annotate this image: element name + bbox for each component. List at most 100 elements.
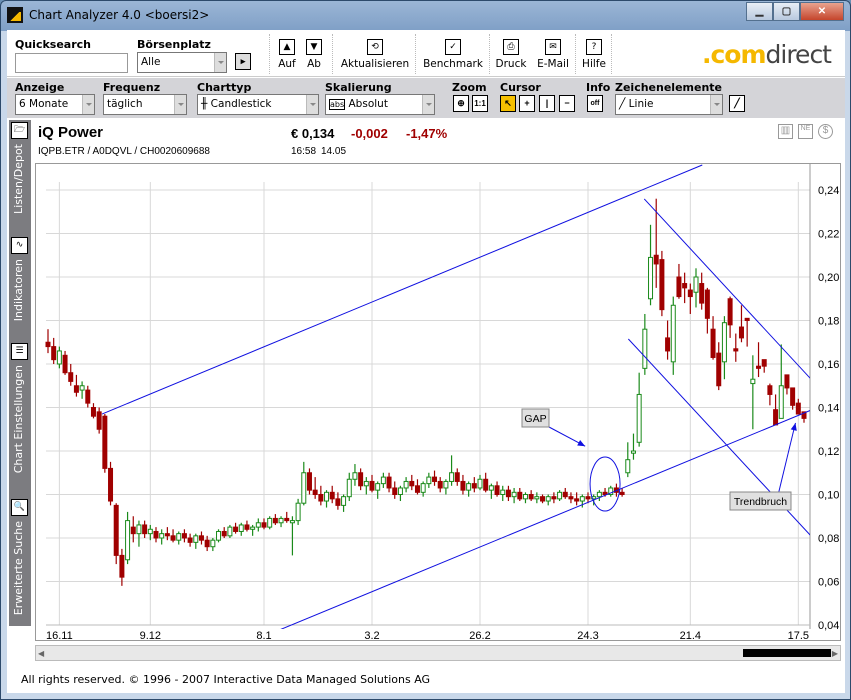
- candle: [517, 487, 523, 502]
- candle: [386, 472, 392, 493]
- charttyp-select[interactable]: ╫ Candlestick: [197, 94, 319, 115]
- chart-area[interactable]: 0,24 0,22 0,20 0,18 0,16 0,14 0,12 0,10 0,08 0,06…: [35, 163, 842, 642]
- ab-button[interactable]: ▼ Ab: [302, 39, 326, 70]
- candle: [193, 533, 199, 549]
- candle-body: [665, 337, 671, 352]
- bar-chart-icon[interactable]: ▥: [778, 124, 793, 139]
- candle-body: [517, 491, 523, 500]
- scroll-left-icon[interactable]: ◀: [38, 649, 44, 658]
- candle-body: [397, 487, 403, 496]
- candle-body: [750, 378, 756, 385]
- candle-body: [255, 522, 261, 528]
- boersenplatz-value: Alle: [141, 56, 161, 68]
- charttyp-value: Candlestick: [210, 98, 272, 110]
- go-button[interactable]: ▸: [235, 53, 251, 70]
- close-button[interactable]: ✕: [800, 2, 844, 21]
- price-change: -0,002: [351, 126, 388, 141]
- candle-body: [90, 407, 96, 417]
- candlestick-chart[interactable]: 0,24 0,22 0,20 0,18 0,16 0,14 0,12 0,10 0,08 0,06…: [36, 164, 842, 642]
- candle-body: [778, 385, 784, 419]
- candle-body: [108, 467, 114, 502]
- candle-body: [414, 485, 420, 493]
- settings-toolbar: Anzeige 6 Monate Frequenz täglich Chartt…: [7, 78, 845, 118]
- app-window: Chart Analyzer 4.0 <boersi2> ▁ ▢ ✕ Quick…: [0, 0, 851, 700]
- copyright-footer: All rights reserved. © 1996 - 2007 Inter…: [21, 673, 431, 686]
- maximize-button[interactable]: ▢: [773, 2, 800, 21]
- currency-icon[interactable]: $: [818, 124, 833, 139]
- candle: [113, 503, 119, 565]
- y-tick-label: 0,20: [818, 272, 839, 284]
- boersenplatz-select[interactable]: Alle: [137, 52, 227, 73]
- candle: [426, 472, 432, 488]
- skalierung-select[interactable]: abs Absolut: [325, 94, 435, 115]
- candle: [56, 346, 62, 369]
- candle-body: [682, 283, 688, 289]
- candle-body: [500, 489, 506, 495]
- email-button[interactable]: ✉ E-Mail: [533, 39, 573, 70]
- sidebar-item-indikatoren[interactable]: ∿ Indikatoren: [9, 235, 31, 341]
- candle-body: [329, 491, 335, 500]
- candle: [79, 381, 85, 399]
- candle-body: [125, 520, 131, 561]
- pointer-cursor-icon[interactable]: ↖: [500, 95, 516, 112]
- refresh-icon: ⟲: [367, 39, 383, 55]
- candle: [238, 522, 244, 536]
- quicksearch-input[interactable]: [15, 53, 128, 73]
- annotation-arrow: [778, 422, 796, 493]
- druck-button[interactable]: ⎙ Druck: [493, 39, 529, 70]
- candle-body: [176, 533, 182, 541]
- candle: [346, 472, 352, 502]
- zoom-in-icon[interactable]: ⊕: [453, 95, 469, 112]
- anzeige-select[interactable]: 6 Monate: [15, 94, 95, 115]
- hilfe-button[interactable]: ? Hilfe: [579, 39, 609, 70]
- sidebar-item-listen-depot[interactable]: 🗁 Listen/Depot: [9, 120, 31, 235]
- candle-body: [687, 289, 693, 298]
- candle-body: [238, 524, 244, 532]
- x-tick-label: 26.2: [469, 630, 490, 642]
- vertical-cursor-icon[interactable]: |: [539, 95, 555, 112]
- auf-button[interactable]: ▲ Auf: [275, 39, 299, 70]
- candle: [704, 287, 710, 334]
- candle: [170, 529, 176, 543]
- candle-body: [147, 528, 153, 535]
- candle: [500, 485, 506, 502]
- arrow-up-icon: ▲: [279, 39, 295, 55]
- zoom-reset-button[interactable]: 1:1: [472, 95, 488, 112]
- x-tick-label: 9.12: [140, 630, 161, 642]
- draw-line-button[interactable]: ╱: [729, 95, 745, 112]
- horizontal-scrollbar[interactable]: ◀ ▶: [35, 645, 841, 661]
- candle: [198, 531, 204, 545]
- sidebar-item-erweiterte-suche[interactable]: 🔍 Erweiterte Suche: [9, 497, 31, 626]
- candle: [221, 527, 227, 538]
- y-tick-label: 0,24: [818, 185, 839, 197]
- benchmark-button[interactable]: ✓ Benchmark: [419, 39, 487, 70]
- candle-body: [102, 415, 108, 469]
- quicksearch-label: Quicksearch: [15, 38, 91, 51]
- candle: [278, 516, 284, 528]
- horizontal-cursor-icon[interactable]: −: [559, 95, 575, 112]
- main-toolbar: Quicksearch Börsenplatz Alle ▸ ▲ Auf ▼ Ab …: [7, 30, 845, 77]
- crosshair-cursor-icon[interactable]: +: [519, 95, 535, 112]
- candle-body: [653, 254, 659, 265]
- sidebar-item-chart-einstellungen[interactable]: ☰ Chart Einstellungen: [9, 341, 31, 497]
- candle-body: [716, 352, 722, 387]
- aktualisieren-button[interactable]: ⟲ Aktualisieren: [337, 39, 413, 70]
- minimize-button[interactable]: ▁: [746, 2, 773, 21]
- sidebar-item-label: Indikatoren: [12, 259, 25, 322]
- sidebar-item-label: Erweiterte Suche: [12, 521, 25, 616]
- scroll-right-icon[interactable]: ▶: [832, 649, 838, 658]
- candle-body: [790, 387, 796, 406]
- candle-body: [164, 533, 170, 537]
- info-toggle[interactable]: off: [587, 95, 603, 112]
- aktualisieren-label: Aktualisieren: [340, 58, 410, 70]
- frequenz-select[interactable]: täglich: [103, 94, 187, 115]
- candle: [710, 316, 716, 360]
- zeichenelemente-select[interactable]: ╱ Linie: [615, 94, 723, 115]
- candle-body: [642, 328, 648, 369]
- candle: [358, 468, 364, 491]
- candle: [272, 514, 278, 525]
- scrollbar-thumb[interactable]: [743, 649, 831, 657]
- frequenz-value: täglich: [107, 98, 143, 110]
- candle-body: [119, 554, 125, 578]
- news-icon[interactable]: NE: [798, 124, 813, 139]
